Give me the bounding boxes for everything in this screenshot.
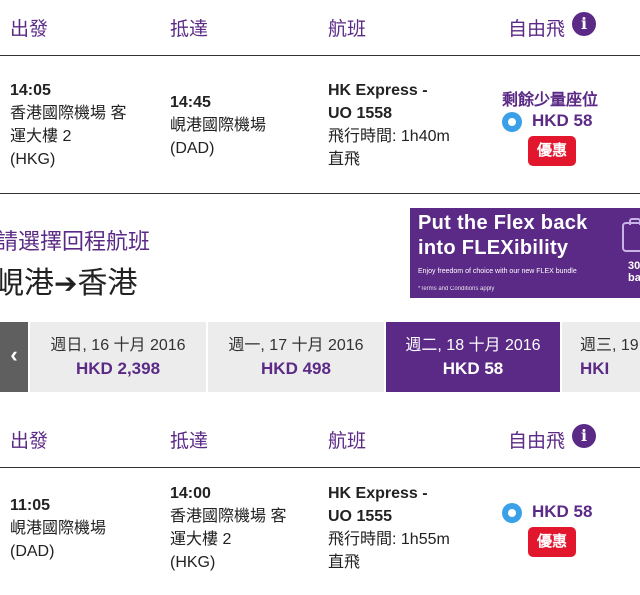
route-to: 香港 — [77, 267, 138, 300]
tab-date: 週一, 17 十月 2016 — [228, 337, 364, 354]
promo-badge: 優惠 — [528, 527, 576, 557]
tab-price: HKD 498 — [261, 359, 331, 378]
arrival-cell: 14:45 峴港國際機場 (DAD) — [170, 91, 266, 160]
inbound-flight-row[interactable]: 11:05 峴港國際機場 (DAD) 14:00 香港國際機場 客 運大樓 2 … — [0, 468, 640, 595]
info-icon[interactable]: i — [572, 12, 596, 36]
arr-code: (HKG) — [170, 554, 216, 571]
fare-radio[interactable] — [502, 112, 522, 132]
tab-price: HKD 2,398 — [75, 359, 161, 378]
seats-left-note: 剩餘少量座位 — [502, 92, 599, 109]
arr-time: 14:45 — [170, 94, 211, 111]
col-arrive: 抵達 — [170, 19, 209, 40]
arr-airport: 香港國際機場 客 — [170, 508, 287, 525]
col-depart: 出發 — [10, 431, 49, 452]
departure-cell: 14:05 香港國際機場 客 運大樓 2 (HKG) — [10, 79, 126, 171]
arr-airport-cont: 運大樓 2 — [170, 531, 232, 548]
banner-side1: 30 — [628, 260, 640, 272]
banner-line1: Put the Flex back — [418, 212, 588, 234]
tab-date: 週日, 16 十月 2016 — [50, 337, 186, 354]
duration: 飛行時間: 1h40m — [328, 128, 450, 145]
return-route: 峴港➔香港 — [0, 258, 137, 302]
col-arrive: 抵達 — [170, 431, 209, 452]
tab-price: HKI — [580, 359, 610, 378]
info-icon[interactable]: i — [572, 424, 596, 448]
flex-banner[interactable]: Put the Flex back into FLEXibility Enjoy… — [410, 208, 640, 298]
flight-type: 直飛 — [328, 554, 361, 571]
tab-date: 週三, 19 — [580, 337, 639, 354]
flight-cell: HK Express - UO 1558 飛行時間: 1h40m 直飛 — [328, 79, 450, 171]
flight-number: UO 1555 — [328, 508, 393, 525]
banner-line3: Enjoy freedom of choice with our new FLE… — [418, 268, 577, 275]
date-tabs: ‹ 週日, 16 十月 2016 HKD 2,398 週一, 17 十月 201… — [0, 322, 640, 392]
date-tab[interactable]: 週一, 17 十月 2016 HKD 498 — [208, 322, 384, 392]
date-tab[interactable]: 週三, 19 HKI — [562, 322, 640, 392]
dep-time: 14:05 — [10, 82, 51, 99]
outbound-flight-row[interactable]: 14:05 香港國際機場 客 運大樓 2 (HKG) 14:45 峴港國際機場 … — [0, 56, 640, 194]
date-tab[interactable]: 週日, 16 十月 2016 HKD 2,398 — [30, 322, 206, 392]
col-fare: 自由飛 — [508, 431, 566, 452]
route-from: 峴港 — [0, 267, 54, 300]
flight-number: UO 1558 — [328, 105, 393, 122]
banner-terms: *Terms and Conditions apply — [418, 286, 495, 292]
baggage-icon — [622, 218, 640, 252]
banner-side2: bag — [628, 272, 640, 284]
carrier: HK Express - — [328, 82, 428, 99]
col-flight: 航班 — [328, 19, 367, 40]
fare-price[interactable]: HKD 58 — [532, 111, 592, 131]
tab-date: 週二, 18 十月 2016 — [405, 337, 541, 354]
carrier: HK Express - — [328, 485, 428, 502]
fare-radio[interactable] — [502, 503, 522, 523]
arrow-right-icon: ➔ — [54, 268, 78, 299]
chevron-left-icon[interactable]: ‹ — [0, 322, 28, 392]
dep-airport-cont: 運大樓 2 — [10, 128, 72, 145]
departure-cell: 11:05 峴港國際機場 (DAD) — [10, 494, 106, 563]
col-flight: 航班 — [328, 431, 367, 452]
dep-airport: 峴港國際機場 — [10, 520, 107, 537]
banner-line2: into FLEXibility — [418, 237, 569, 259]
flight-cell: HK Express - UO 1555 飛行時間: 1h55m 直飛 — [328, 482, 450, 574]
arr-airport: 峴港國際機場 — [170, 117, 267, 134]
return-title: 請選擇回程航班 — [0, 229, 151, 254]
dep-airport: 香港國際機場 客 — [10, 105, 127, 122]
flight-type: 直飛 — [328, 151, 361, 168]
banner-side-text: 30 bag — [628, 260, 640, 284]
promo-badge: 優惠 — [528, 136, 576, 166]
duration: 飛行時間: 1h55m — [328, 531, 450, 548]
arr-code: (DAD) — [170, 140, 215, 157]
inbound-header: 出發 抵達 航班 自由飛 i — [0, 412, 640, 468]
arr-time: 14:00 — [170, 485, 211, 502]
fare-price[interactable]: HKD 58 — [532, 502, 592, 522]
dep-code: (HKG) — [10, 151, 56, 168]
arrival-cell: 14:00 香港國際機場 客 運大樓 2 (HKG) — [170, 482, 286, 574]
col-fare: 自由飛 — [508, 19, 566, 40]
outbound-header: 出發 抵達 航班 自由飛 i — [0, 0, 640, 56]
tab-price: HKD 58 — [442, 359, 504, 378]
dep-code: (DAD) — [10, 543, 55, 560]
dep-time: 11:05 — [10, 497, 51, 514]
date-tab-selected[interactable]: 週二, 18 十月 2016 HKD 58 — [386, 322, 560, 392]
col-depart: 出發 — [10, 19, 49, 40]
